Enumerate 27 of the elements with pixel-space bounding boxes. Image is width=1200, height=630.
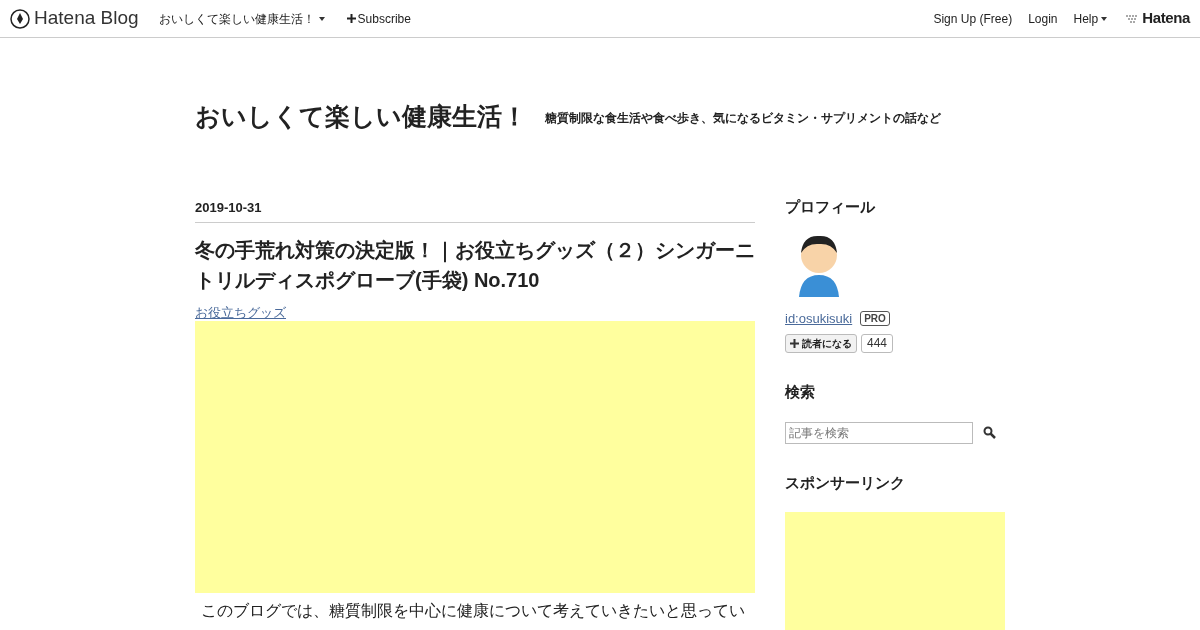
blog-title[interactable]: おいしくて楽しい健康生活！ <box>195 104 527 129</box>
search-icon[interactable] <box>983 426 996 439</box>
user-id-link[interactable]: id:osukisuki <box>785 308 853 328</box>
section-heading: スポンサーリンク <box>785 472 906 493</box>
nav-link[interactable]: Login <box>1028 9 1058 28</box>
plus-icon <box>346 14 356 23</box>
entry-date[interactable]: 2019-10-31 <box>195 200 262 215</box>
pro-badge: PRO <box>860 310 890 326</box>
section-heading: 検索 <box>785 382 816 402</box>
nav-link[interactable]: Sign Up (Free) <box>933 9 1013 28</box>
help-menu[interactable]: Help <box>1073 9 1108 28</box>
brand-mark-icon <box>1125 13 1140 24</box>
brand-logo[interactable]: Hatena <box>1142 7 1190 30</box>
plus-icon <box>790 339 799 348</box>
caret-icon <box>318 16 325 21</box>
entry-title[interactable]: 冬の手荒れ対策の決定版！｜お役立ちグッズ（２）シンガーニトリルディスポグローブ(手袋) No.710 <box>195 235 755 295</box>
section-heading: プロフィール <box>785 197 876 217</box>
search-field[interactable]: 記事を検索 <box>785 421 973 444</box>
follower-count: 444 <box>861 334 894 353</box>
subscribe-button[interactable]: Subscribe <box>346 9 411 28</box>
caret-icon <box>1101 16 1108 21</box>
blog-menu[interactable]: おいしくて楽しい健康生活！ <box>158 9 325 28</box>
site-logo[interactable]: Hatena Blog <box>34 4 139 33</box>
follow-button[interactable]: 読者になる <box>785 334 857 353</box>
entry-text: このブログでは、糖質制限を中心に健康について考えていきたいと思ってい <box>200 601 746 621</box>
category-link[interactable]: お役立ちグッズ <box>195 305 755 321</box>
blog-description: 糖質制限な食生活や食べ歩き、気になるビタミン・サプリメントの話など <box>545 110 941 127</box>
